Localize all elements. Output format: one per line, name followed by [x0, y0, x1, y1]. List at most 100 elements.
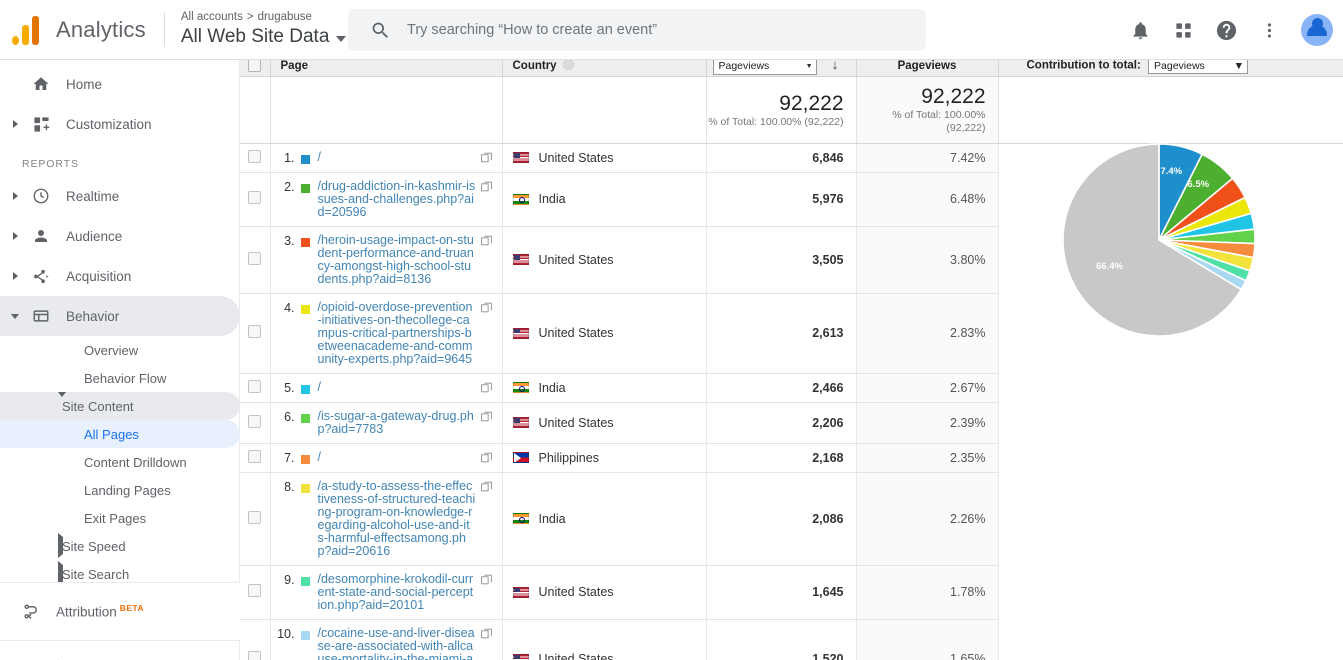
table-row[interactable]: 8./a-study-to-assess-the-effectiveness-o…	[240, 472, 1343, 565]
row-page-link[interactable]: /is-sugar-a-gateway-drug.php?aid=7783	[318, 410, 476, 436]
chevron-down-icon[interactable]	[336, 36, 346, 42]
sidebar-item-all-pages[interactable]: All Pages	[0, 420, 240, 448]
row-select-cell	[240, 472, 270, 565]
select-all-checkbox[interactable]	[248, 59, 261, 72]
row-checkbox[interactable]	[248, 150, 261, 163]
row-pageviews: 3,505	[706, 226, 856, 293]
row-page-link[interactable]: /	[318, 451, 476, 464]
account-selector[interactable]: All accounts>drugabuse All Web Site Data	[181, 10, 371, 49]
sidebar-item-label: Audience	[66, 229, 122, 244]
chevron-right-icon[interactable]	[58, 537, 63, 555]
row-color-swatch	[301, 385, 310, 394]
sidebar-item-home[interactable]: Home	[0, 64, 240, 104]
sidebar-item-behavior-flow[interactable]: Behavior Flow	[0, 364, 240, 392]
sidebar-item-attribution[interactable]: AttributionBETA	[0, 582, 240, 640]
row-page-link[interactable]: /	[318, 381, 476, 394]
row-checkbox[interactable]	[248, 450, 261, 463]
row-rank: 5.	[271, 381, 301, 395]
breadcrumb-accounts: All accounts	[181, 11, 243, 23]
row-page-link[interactable]: /cocaine-use-and-liver-disease-are-assoc…	[318, 627, 476, 660]
pie-svg[interactable]	[1059, 140, 1259, 340]
row-color-swatch	[301, 455, 310, 464]
row-country-name: Philippines	[539, 451, 599, 465]
sidebar-item-acquisition[interactable]: Acquisition	[0, 256, 240, 296]
open-in-new-icon[interactable]	[480, 234, 494, 247]
notifications-bell-icon[interactable]	[1127, 17, 1153, 43]
table-row[interactable]: 9./desomorphine-krokodil-current-state-a…	[240, 565, 1343, 619]
chevron-down-icon[interactable]	[10, 314, 20, 319]
sidebar-item-label: Home	[66, 77, 102, 92]
row-country-name: United States	[539, 253, 614, 267]
row-page-cell: 7./	[270, 443, 502, 472]
help-icon[interactable]	[1213, 17, 1239, 43]
sidebar-item-site-content[interactable]: Site Content	[0, 392, 240, 420]
sidebar-footer	[0, 640, 240, 660]
table-row[interactable]: 5./India2,4662.67%	[240, 373, 1343, 402]
secondary-dimension-remove-icon[interactable]	[563, 59, 574, 70]
sidebar-item-content-drilldown[interactable]: Content Drilldown	[0, 448, 240, 476]
open-in-new-icon[interactable]	[480, 180, 494, 193]
sidebar-item-exit-pages[interactable]: Exit Pages	[0, 504, 240, 532]
open-in-new-icon[interactable]	[480, 573, 494, 586]
chevron-right-icon[interactable]	[58, 565, 63, 582]
sidebar-item-label: Customization	[66, 117, 152, 132]
row-page-link[interactable]: /a-study-to-assess-the-effectiveness-of-…	[318, 480, 476, 558]
row-checkbox[interactable]	[248, 191, 261, 204]
row-page-link[interactable]: /opioid-overdose-prevention-initiatives-…	[318, 301, 476, 366]
row-page-link[interactable]: /heroin-usage-impact-on-student-performa…	[318, 234, 476, 286]
row-checkbox[interactable]	[248, 584, 261, 597]
summary-country-cell	[502, 76, 706, 143]
row-page-link[interactable]: /	[318, 151, 476, 164]
row-percent: 2.83%	[856, 293, 998, 373]
country-flag-icon	[513, 254, 529, 265]
summary-pageviews2-pct-line1: % of Total: 100.00%	[857, 109, 998, 122]
row-page-link[interactable]: /drug-addiction-in-kashmir-issues-and-ch…	[318, 180, 476, 219]
sidebar-item-audience[interactable]: Audience	[0, 216, 240, 256]
row-pageviews: 1,645	[706, 565, 856, 619]
chevron-right-icon[interactable]	[10, 272, 20, 280]
chevron-right-icon[interactable]	[10, 232, 20, 240]
open-in-new-icon[interactable]	[480, 410, 494, 423]
sidebar-item-behavior[interactable]: Behavior	[0, 296, 240, 336]
table-row[interactable]: 7./Philippines2,1682.35%	[240, 443, 1343, 472]
row-checkbox[interactable]	[248, 252, 261, 265]
row-checkbox[interactable]	[248, 380, 261, 393]
summary-pageviews2-pct-line2: (92,222)	[857, 122, 998, 135]
row-page-link[interactable]: /desomorphine-krokodil-current-state-and…	[318, 573, 476, 612]
row-page-cell: 5. /	[270, 373, 502, 402]
clock-icon	[28, 187, 54, 205]
row-country-cell: Philippines	[502, 443, 706, 472]
sidebar-item-site-speed[interactable]: Site Speed	[0, 532, 240, 560]
sidebar-item-landing-pages[interactable]: Landing Pages	[0, 476, 240, 504]
chevron-right-icon[interactable]	[10, 120, 20, 128]
global-search[interactable]	[348, 9, 926, 51]
chevron-right-icon[interactable]	[10, 192, 20, 200]
open-in-new-icon[interactable]	[480, 480, 494, 493]
row-checkbox[interactable]	[248, 325, 261, 338]
more-vert-icon[interactable]	[1256, 17, 1282, 43]
sidebar-item-site-search[interactable]: Site Search	[0, 560, 240, 582]
search-input[interactable]	[407, 22, 887, 38]
sidebar-subitem-label: Overview	[84, 343, 138, 358]
avatar[interactable]	[1301, 14, 1333, 46]
sort-metric-select[interactable]: Pageviews▼	[713, 58, 817, 75]
row-checkbox[interactable]	[248, 651, 261, 660]
sidebar-item-overview[interactable]: Overview	[0, 336, 240, 364]
table-row[interactable]: 10./cocaine-use-and-liver-disease-are-as…	[240, 619, 1343, 660]
row-checkbox[interactable]	[248, 511, 261, 524]
sort-metric-value: Pageviews	[719, 60, 770, 72]
open-in-new-icon[interactable]	[480, 451, 494, 464]
sidebar-item-realtime[interactable]: Realtime	[0, 176, 240, 216]
open-in-new-icon[interactable]	[480, 301, 494, 314]
row-checkbox[interactable]	[248, 415, 261, 428]
open-in-new-icon[interactable]	[480, 627, 494, 640]
table-row[interactable]: 6./is-sugar-a-gateway-drug.php?aid=7783U…	[240, 402, 1343, 443]
open-in-new-icon[interactable]	[480, 381, 494, 394]
apps-grid-icon[interactable]	[1170, 17, 1196, 43]
sidebar-item-customization[interactable]: Customization	[0, 104, 240, 144]
chevron-down-icon[interactable]	[58, 397, 66, 415]
row-percent: 3.80%	[856, 226, 998, 293]
breadcrumb-separator: >	[247, 11, 254, 23]
open-in-new-icon[interactable]	[480, 151, 494, 164]
breadcrumb-property: drugabuse	[258, 11, 312, 23]
